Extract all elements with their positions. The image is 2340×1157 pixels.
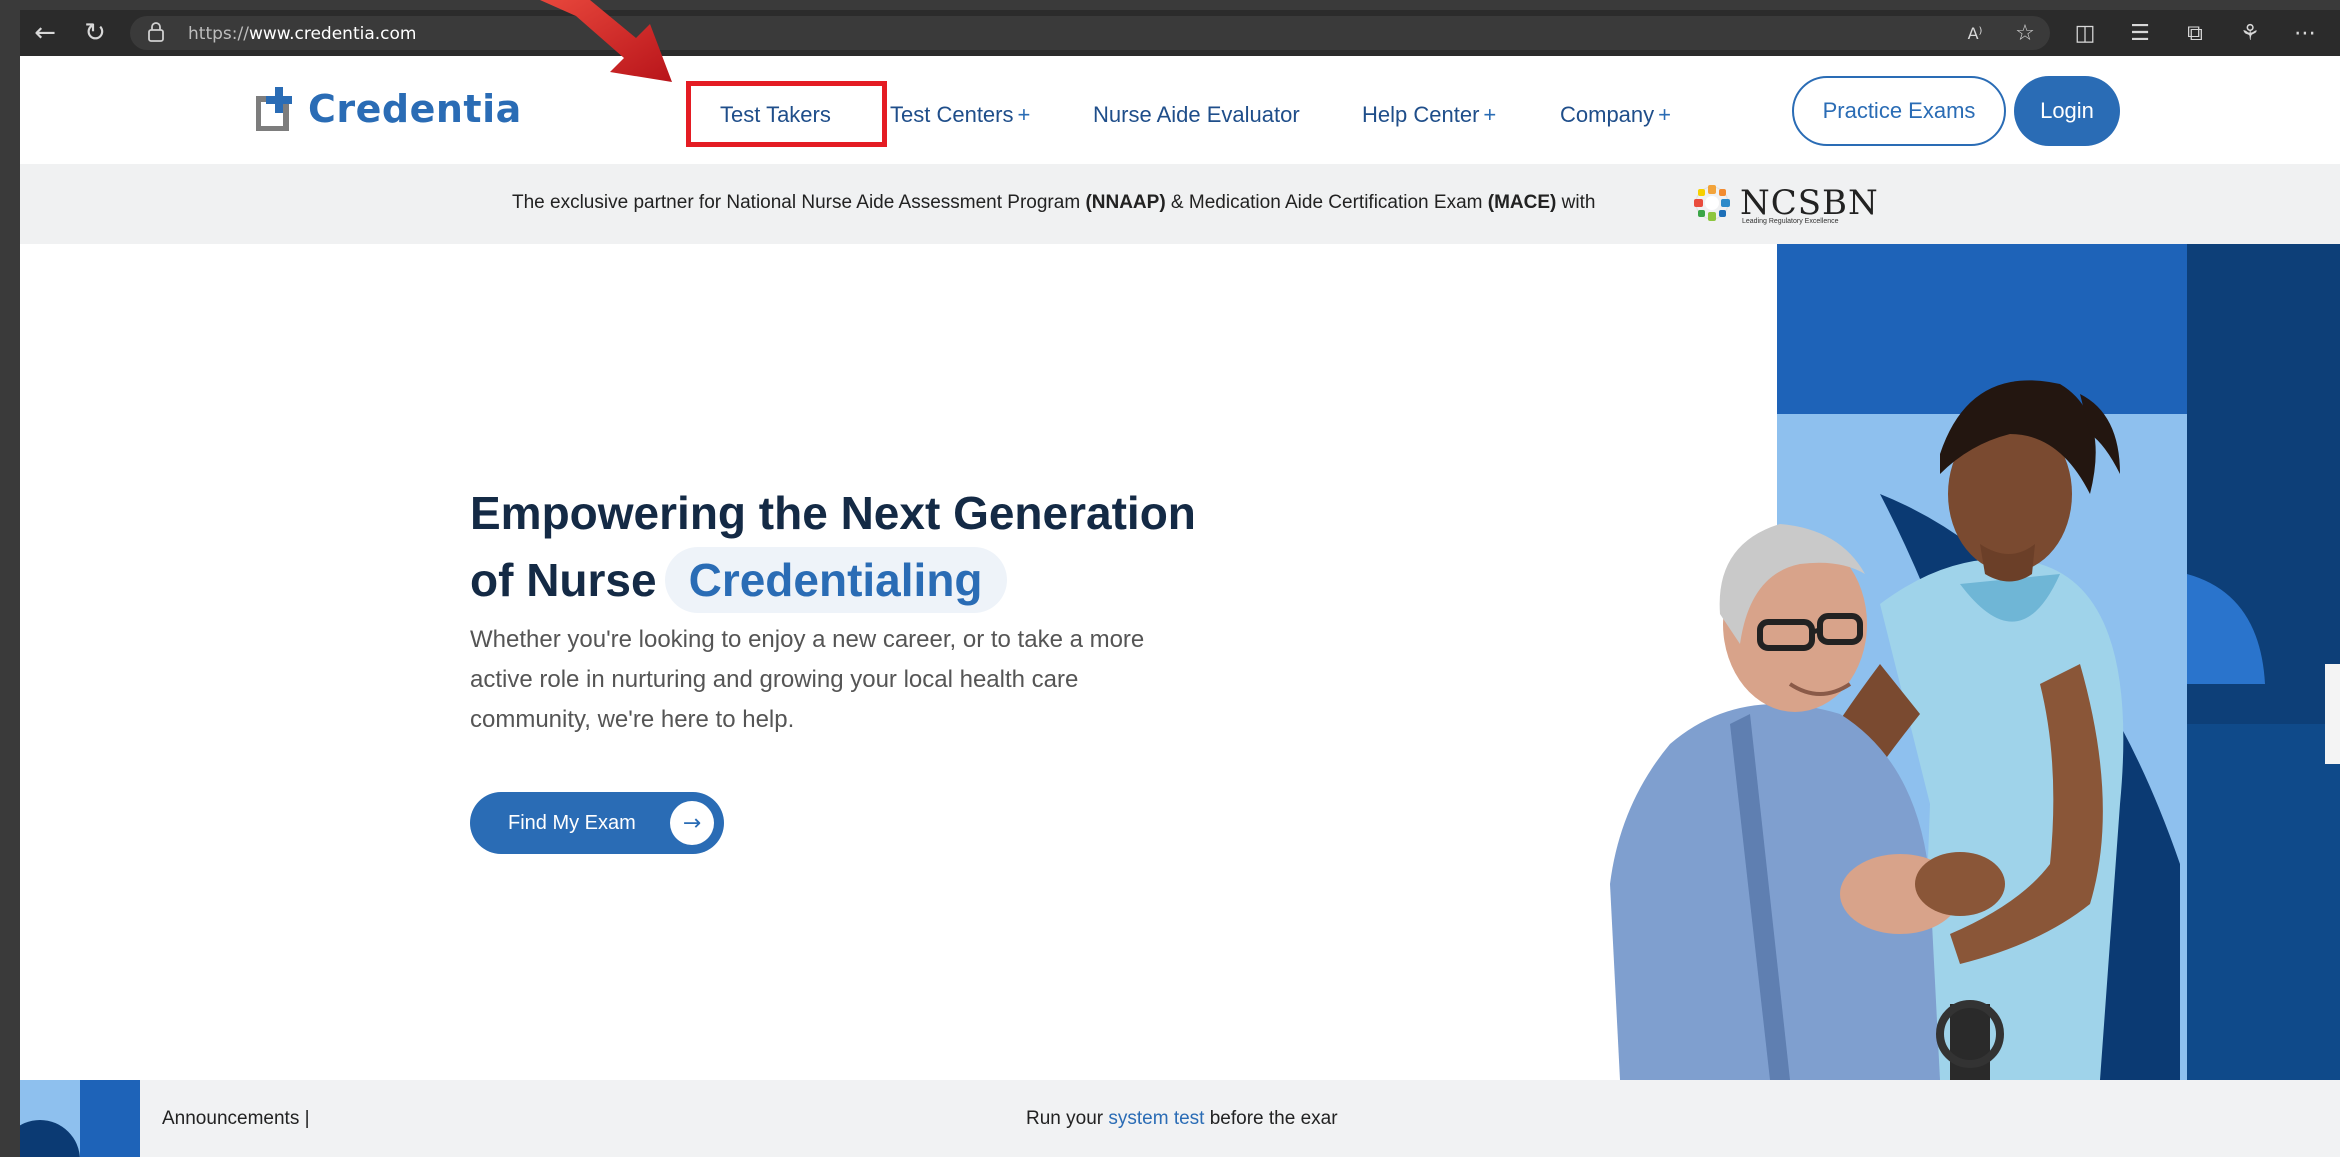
announcement-decoration xyxy=(20,1080,140,1157)
find-my-exam-button[interactable]: Find My Exam → xyxy=(470,792,724,854)
url-text: https://www.credentia.com xyxy=(188,24,417,44)
logo-text: Credentia xyxy=(308,87,522,131)
lock-icon xyxy=(148,22,164,42)
announcements-label: Announcements | xyxy=(162,1108,310,1129)
split-screen-icon[interactable]: ◫ xyxy=(2070,18,2100,48)
back-icon[interactable]: ← xyxy=(30,18,60,48)
hero-title-highlight: Credentialing xyxy=(664,547,1007,613)
browser-window: ← ↻ https://www.credentia.com A⁾ ☆ ◫ ☰ ⧉… xyxy=(20,10,2340,1157)
nav-company[interactable]: Company + xyxy=(1560,102,1671,128)
site-header: Credentia Test Takers Test Centers + Nurs… xyxy=(20,56,2340,164)
partner-text: The exclusive partner for National Nurse… xyxy=(512,192,1596,213)
practice-exams-button[interactable]: Practice Exams xyxy=(1792,76,2006,146)
nav-nurse-aide-evaluator[interactable]: Nurse Aide Evaluator xyxy=(1093,102,1300,128)
plus-icon: + xyxy=(1658,102,1672,127)
hero-image xyxy=(1610,244,2340,1080)
nav-test-centers[interactable]: Test Centers + xyxy=(890,102,1030,128)
more-options-icon[interactable]: ⋯ xyxy=(2290,18,2320,48)
find-my-exam-label: Find My Exam xyxy=(508,811,636,834)
hero-paragraph: Whether you're looking to enjoy a new ca… xyxy=(470,626,1145,733)
plus-icon: + xyxy=(1017,102,1031,127)
nav-help-center[interactable]: Help Center + xyxy=(1362,102,1496,128)
extensions-icon[interactable]: ⚘ xyxy=(2235,18,2265,48)
collections-icon[interactable]: ⧉ xyxy=(2180,18,2210,48)
favorite-star-icon[interactable]: ☆ xyxy=(2010,18,2040,48)
refresh-icon[interactable]: ↻ xyxy=(80,18,110,48)
credentia-logo[interactable]: Credentia xyxy=(256,84,522,134)
system-test-link[interactable]: system test xyxy=(1108,1108,1204,1129)
address-bar[interactable]: https://www.credentia.com xyxy=(130,16,2050,50)
ncsbn-wordmark: NCSBN xyxy=(1740,183,1879,223)
read-aloud-icon[interactable]: A⁾ xyxy=(1960,18,1990,48)
arrow-right-icon: → xyxy=(670,801,714,845)
credentia-logo-icon xyxy=(256,87,292,131)
hero-section: Empowering the Next Generation of Nurse C… xyxy=(20,244,2340,1080)
highlight-box xyxy=(686,81,887,147)
annotation-arrow xyxy=(540,0,672,82)
favorites-list-icon[interactable]: ☰ xyxy=(2125,18,2155,48)
partner-strip: The exclusive partner for National Nurse… xyxy=(20,164,2340,244)
hero-title-line2: of Nurse Credentialing xyxy=(470,547,1007,613)
browser-toolbar: ← ↻ https://www.credentia.com A⁾ ☆ ◫ ☰ ⧉… xyxy=(20,10,2340,56)
announcement-bar: Announcements | Run your system test bef… xyxy=(20,1080,2340,1157)
login-button[interactable]: Login xyxy=(2014,76,2120,146)
ncsbn-logo[interactable]: NCSBN Leading Regulatory Excellence xyxy=(1692,178,1879,228)
plus-icon: + xyxy=(1483,102,1497,127)
ncsbn-tagline: Leading Regulatory Excellence xyxy=(1742,218,1839,225)
ncsbn-logo-icon xyxy=(1694,185,1730,221)
system-test-notice: Run your system test before the exar xyxy=(1026,1108,1338,1129)
hero-title-line1: Empowering the Next Generation xyxy=(470,487,1196,539)
